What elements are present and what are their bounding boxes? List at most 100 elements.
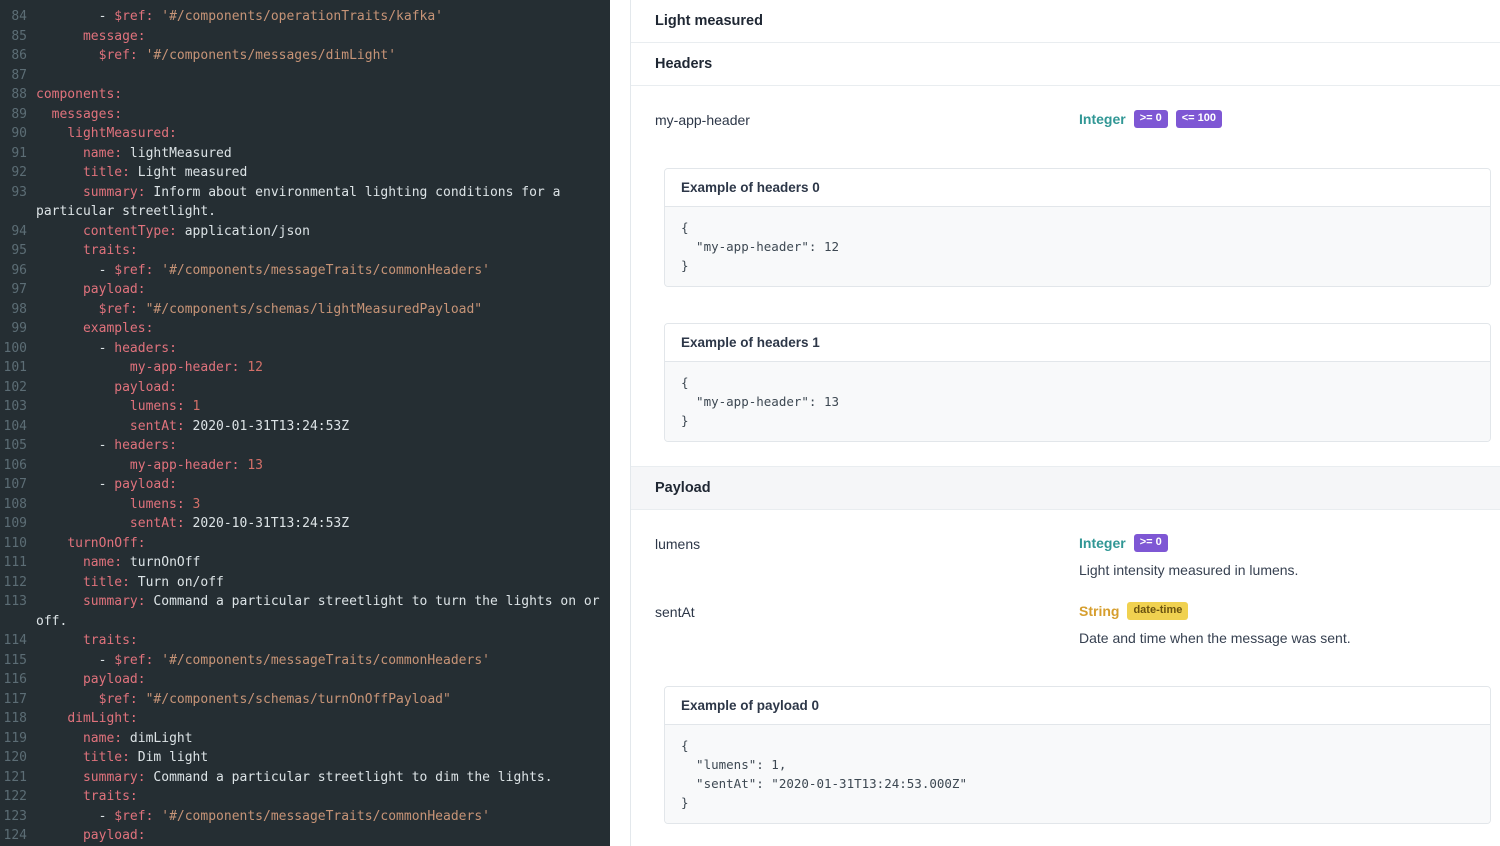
code-text: my-app-header: 12 xyxy=(36,358,610,378)
code-text: - headers: xyxy=(36,436,610,456)
property-detail: Integer>= 0Light intensity measured in l… xyxy=(1079,534,1476,578)
token-key: traits: xyxy=(83,633,138,648)
token-key: lightMeasured: xyxy=(67,126,177,141)
token-str: '#/components/operationTraits/kafka' xyxy=(153,9,443,24)
code-line: 119 name: dimLight xyxy=(0,729,610,749)
line-number: 86 xyxy=(0,46,36,66)
code-line: 113 summary: Command a particular street… xyxy=(0,592,610,631)
code-text: traits: xyxy=(36,241,610,261)
code-line: 102 payload: xyxy=(0,378,610,398)
line-number: 84 xyxy=(0,7,36,27)
token-str: '#/components/messageTraits/commonHeader… xyxy=(153,809,490,824)
constraint-badge: date-time xyxy=(1127,602,1188,620)
property-row: lumensInteger>= 0Light intensity measure… xyxy=(631,534,1500,578)
token-key: summary: xyxy=(83,770,146,785)
property-name: lumens xyxy=(655,534,1079,578)
code-text: name: turnOnOff xyxy=(36,553,610,573)
token-key: name: xyxy=(83,555,122,570)
code-line: 108 lumens: 3 xyxy=(0,495,610,515)
code-line: 99 examples: xyxy=(0,319,610,339)
line-number: 121 xyxy=(0,768,36,788)
code-line: 120 title: Dim light xyxy=(0,748,610,768)
line-number: 97 xyxy=(0,280,36,300)
token-key: name: xyxy=(83,731,122,746)
line-number: 116 xyxy=(0,670,36,690)
property-type-line: String date-time xyxy=(1079,602,1476,620)
token-key: contentType: xyxy=(83,224,177,239)
code-text: components: xyxy=(36,85,610,105)
line-number: 105 xyxy=(0,436,36,456)
code-line: 115 - $ref: '#/components/messageTraits/… xyxy=(0,651,610,671)
line-number: 124 xyxy=(0,826,36,846)
token-key: name: xyxy=(83,146,122,161)
code-text: traits: xyxy=(36,787,610,807)
line-number: 122 xyxy=(0,787,36,807)
line-number: 93 xyxy=(0,183,36,222)
property-detail: Integer>= 0<= 100 xyxy=(1079,110,1476,128)
token-key: $ref: xyxy=(114,653,153,668)
asyncapi-studio-window: 84 - $ref: '#/components/operationTraits… xyxy=(0,0,1500,846)
example-title: Example of payload 0 xyxy=(665,687,1490,725)
section-body-headers: my-app-headerInteger>= 0<= 100 Example of… xyxy=(631,86,1500,466)
line-number: 98 xyxy=(0,300,36,320)
token-plain: Light measured xyxy=(130,165,247,180)
code-text: summary: Command a particular streetligh… xyxy=(36,592,610,631)
line-number: 91 xyxy=(0,144,36,164)
line-number: 111 xyxy=(0,553,36,573)
token-punct: - xyxy=(99,263,115,278)
code-text: payload: xyxy=(36,378,610,398)
code-text: - headers: xyxy=(36,339,610,359)
section-body-payload: lumensInteger>= 0Light intensity measure… xyxy=(631,510,1500,846)
token-str: '#/components/messages/dimLight' xyxy=(138,48,396,63)
line-number: 119 xyxy=(0,729,36,749)
property-row: sentAtStringdate-timeDate and time when … xyxy=(631,602,1500,646)
property-description: Date and time when the message was sent. xyxy=(1079,630,1476,646)
code-line: 122 traits: xyxy=(0,787,610,807)
token-key: headers: xyxy=(114,341,177,356)
token-key: $ref: xyxy=(99,302,138,317)
code-line: 117 $ref: "#/components/schemas/turnOnOf… xyxy=(0,690,610,710)
code-line: 121 summary: Command a particular street… xyxy=(0,768,610,788)
token-key: traits: xyxy=(83,243,138,258)
property-row: my-app-headerInteger>= 0<= 100 xyxy=(631,110,1500,128)
example-box: Example of payload 0{ "lumens": 1, "sent… xyxy=(664,686,1491,824)
code-text: - $ref: '#/components/messageTraits/comm… xyxy=(36,651,610,671)
code-text: sentAt: 2020-01-31T13:24:53Z xyxy=(36,417,610,437)
code-line: 92 title: Light measured xyxy=(0,163,610,183)
code-text: summary: Inform about environmental ligh… xyxy=(36,183,610,222)
code-text: title: Turn on/off xyxy=(36,573,610,593)
line-number: 94 xyxy=(0,222,36,242)
code-line: 85 message: xyxy=(0,27,610,47)
line-number: 100 xyxy=(0,339,36,359)
line-number: 113 xyxy=(0,592,36,631)
token-key: title: xyxy=(83,575,130,590)
property-type: Integer xyxy=(1079,111,1126,127)
token-key: message: xyxy=(83,29,146,44)
property-detail: String date-time Date and time when the me… xyxy=(1079,602,1476,646)
pane-splitter[interactable] xyxy=(610,0,630,846)
line-number: 103 xyxy=(0,397,36,417)
token-plain: Turn on/off xyxy=(130,575,224,590)
code-line: 116 payload: xyxy=(0,670,610,690)
example-box: Example of headers 0{ "my-app-header": 1… xyxy=(664,168,1491,287)
token-key: payload: xyxy=(114,380,177,395)
code-text xyxy=(36,66,610,86)
line-number: 92 xyxy=(0,163,36,183)
line-number: 106 xyxy=(0,456,36,476)
token-num: 13 xyxy=(240,458,263,473)
code-text: turnOnOff: xyxy=(36,534,610,554)
line-number: 117 xyxy=(0,690,36,710)
token-key: examples: xyxy=(83,321,153,336)
section-bar-payload: Payload xyxy=(631,466,1500,510)
property-type: String xyxy=(1079,603,1119,619)
line-number: 118 xyxy=(0,709,36,729)
code-line: 97 payload: xyxy=(0,280,610,300)
property-type-line: Integer>= 0<= 100 xyxy=(1079,110,1476,128)
code-line: 109 sentAt: 2020-10-31T13:24:53Z xyxy=(0,514,610,534)
code-text: contentType: application/json xyxy=(36,222,610,242)
token-key: headers: xyxy=(114,438,177,453)
yaml-editor[interactable]: 84 - $ref: '#/components/operationTraits… xyxy=(0,0,610,846)
code-text: lumens: 3 xyxy=(36,495,610,515)
code-text: dimLight: xyxy=(36,709,610,729)
token-key: summary: xyxy=(83,185,146,200)
